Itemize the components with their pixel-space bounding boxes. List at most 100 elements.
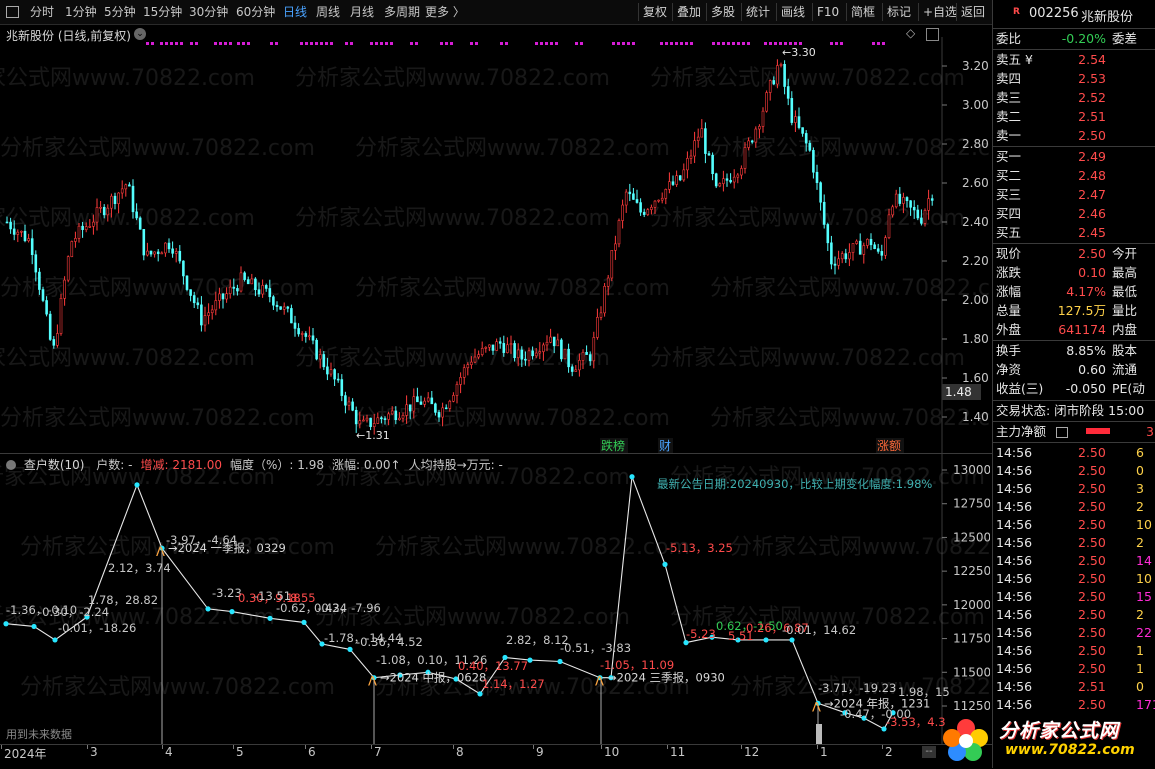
- candle-body: [524, 358, 527, 361]
- period-tab[interactable]: 更多 〉: [425, 4, 465, 20]
- candle-body: [653, 200, 657, 208]
- candle-body: [254, 278, 257, 291]
- watermark-text: 分析家公式网www.70822.com: [295, 66, 610, 91]
- ask-row[interactable]: 卖五 ¥ 2.54: [996, 51, 1154, 69]
- candle-body: [851, 243, 855, 253]
- candle-body: [891, 206, 894, 216]
- toolbar-button[interactable]: 统计: [741, 3, 774, 21]
- candle-body: [844, 253, 848, 260]
- candle-body: [506, 344, 509, 353]
- toolbar-button[interactable]: 画线: [776, 3, 809, 21]
- candle-body: [725, 178, 729, 181]
- period-tab[interactable]: 日线: [283, 4, 307, 20]
- x-axis-label: 1: [820, 745, 828, 759]
- candle-body: [84, 226, 88, 230]
- candle-body: [394, 410, 398, 421]
- period-tab[interactable]: 1分钟: [65, 4, 97, 20]
- candle-body: [779, 64, 783, 66]
- high-label: ←3.30: [782, 46, 816, 59]
- period-tab[interactable]: 15分钟: [143, 4, 182, 20]
- period-tab[interactable]: 多周期: [384, 4, 420, 20]
- ask-row[interactable]: 卖一 2.50: [996, 127, 1154, 145]
- bid-row[interactable]: 买四 2.46: [996, 205, 1154, 223]
- indicator-tick: 12750: [953, 497, 990, 511]
- scroll-arrow-icon[interactable]: --: [922, 746, 936, 758]
- report-marker-icon: ᐱ: [812, 700, 821, 715]
- candle-body: [560, 339, 563, 360]
- candle-body: [815, 171, 819, 183]
- candle-body: [383, 418, 387, 420]
- point-label: 0.40，13.77: [458, 659, 528, 673]
- bid-row[interactable]: 买五 2.45: [996, 224, 1154, 242]
- toolbar-button[interactable]: 叠加: [672, 3, 705, 21]
- toolbar-button[interactable]: 返回: [956, 3, 989, 21]
- candle-body: [156, 251, 160, 254]
- candle-body: [358, 420, 362, 425]
- ask-row[interactable]: 卖四 2.53: [996, 70, 1154, 88]
- period-tab[interactable]: 60分钟: [236, 4, 275, 20]
- toolbar-button[interactable]: 简框: [846, 3, 879, 21]
- tick-row: 14:56 2.51 0: [996, 678, 1155, 696]
- candle-body: [923, 209, 927, 224]
- bid-row[interactable]: 买一 2.49: [996, 148, 1154, 166]
- candle-body: [45, 300, 48, 315]
- candle-body: [520, 349, 524, 360]
- candle-body: [502, 343, 506, 353]
- point-label: -0.51，-3.83: [560, 641, 631, 655]
- candle-body: [441, 407, 444, 418]
- candle-body: [790, 98, 794, 123]
- bid-row[interactable]: 买二 2.48: [996, 167, 1154, 185]
- candle-body: [729, 180, 732, 183]
- list-icon[interactable]: [1056, 427, 1068, 438]
- tick-price: 2.50: [1078, 643, 1106, 658]
- toolbar-button[interactable]: 多股: [706, 3, 739, 21]
- stat-label-2: 量比: [1112, 303, 1138, 318]
- candle-body: [405, 404, 408, 416]
- watermark-text: 分析家公式网www.70822.com: [0, 346, 255, 371]
- stat-label-2: 股本: [1112, 343, 1138, 358]
- period-tab[interactable]: 30分钟: [189, 4, 228, 20]
- candle-body: [174, 250, 178, 254]
- toolbar-button[interactable]: 复权: [638, 3, 671, 21]
- candle-body: [171, 248, 174, 254]
- site-logo: 分析家公式网 www.70822.com: [941, 712, 1153, 766]
- candle-body: [48, 313, 52, 340]
- stat-label: 净资: [996, 362, 1022, 377]
- stat-value: 0.10: [1078, 265, 1106, 280]
- candle-body: [203, 315, 207, 326]
- toolbar-button[interactable]: 标记: [882, 3, 915, 21]
- ask-price: 2.52: [1078, 90, 1106, 105]
- candle-body: [304, 333, 308, 337]
- candle-body: [470, 361, 473, 365]
- candle-body: [434, 403, 437, 413]
- stat-value: 2.50: [1078, 246, 1106, 261]
- candle-body: [682, 169, 686, 181]
- candle-body: [182, 260, 185, 277]
- point-label: 1.98，15: [898, 685, 950, 699]
- tick-time: 14:56: [996, 535, 1033, 550]
- candle-body: [912, 206, 916, 211]
- layout-toggle-icon[interactable]: [6, 6, 19, 18]
- candle-body: [27, 238, 30, 242]
- ask-row[interactable]: 卖三 2.52: [996, 89, 1154, 107]
- bid-row[interactable]: 买三 2.47: [996, 186, 1154, 204]
- period-tab[interactable]: 分时: [30, 4, 54, 20]
- period-tab[interactable]: 周线: [316, 4, 340, 20]
- candle-body: [300, 333, 304, 335]
- tick-row: 14:56 2.50 10: [996, 570, 1155, 588]
- period-tab[interactable]: 5分钟: [104, 4, 136, 20]
- ask-row[interactable]: 卖二 2.51: [996, 108, 1154, 126]
- toolbar-button[interactable]: F10: [812, 3, 843, 21]
- tick-price: 2.51: [1078, 679, 1106, 694]
- candle-body: [671, 181, 675, 185]
- candle-body: [275, 304, 279, 307]
- indicator-panel[interactable]: 查户数(10) 户数: - 增减: 2181.00 幅度（%）: 1.98 涨幅: 0…: [0, 454, 990, 744]
- indicator-tick: 11250: [953, 699, 990, 713]
- period-tab[interactable]: 月线: [350, 4, 374, 20]
- future-data-label: 用到未来数据: [6, 727, 72, 741]
- candle-body: [696, 136, 700, 141]
- kline-panel[interactable]: 兆新股份 (日线,前复权) ⌄ ◇ 3.20 3.00 2.80 2.60 2.40 2.…: [0, 25, 990, 453]
- watermark-text: 分析家公式网www.70822.com: [0, 136, 315, 161]
- x-axis-tick: [817, 745, 818, 749]
- toolbar-button[interactable]: +自选: [918, 3, 961, 21]
